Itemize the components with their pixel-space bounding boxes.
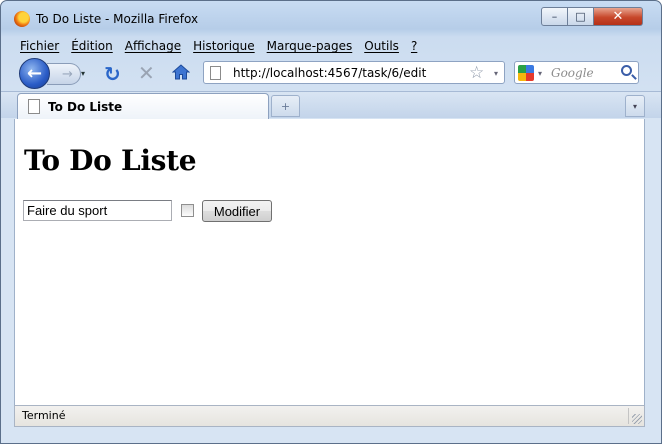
tab-label: To Do Liste bbox=[48, 100, 123, 114]
browser-window: To Do Liste - Mozilla Firefox – □ ✕ Fich… bbox=[0, 0, 662, 444]
new-tab-button[interactable]: + bbox=[271, 95, 300, 117]
search-engine-dropdown-icon[interactable]: ▾ bbox=[538, 69, 542, 78]
modify-button[interactable]: Modifier bbox=[202, 200, 272, 222]
menu-edition[interactable]: Édition bbox=[71, 38, 113, 56]
search-bar[interactable]: ▾ Google bbox=[514, 61, 639, 84]
status-bar: Terminé bbox=[14, 405, 645, 427]
page-content: To Do Liste Modifier bbox=[14, 119, 645, 405]
tab-strip: To Do Liste + ▾ bbox=[1, 91, 661, 119]
minimize-button[interactable]: – bbox=[541, 7, 568, 26]
google-icon[interactable] bbox=[518, 65, 534, 81]
back-button[interactable]: ← bbox=[19, 58, 50, 89]
star-icon[interactable]: ☆ bbox=[469, 63, 484, 83]
window-title: To Do Liste - Mozilla Firefox bbox=[36, 12, 199, 26]
home-icon[interactable] bbox=[172, 64, 190, 80]
menu-historique[interactable]: Historique bbox=[193, 38, 255, 56]
close-button[interactable]: ✕ bbox=[594, 7, 643, 26]
menu-bar: Fichier Édition Affichage Historique Mar… bbox=[14, 38, 429, 56]
navigation-toolbar: → ← ▾ ↻ ✕ http://localhost:4567/task/6/e… bbox=[1, 57, 661, 89]
url-bar[interactable]: http://localhost:4567/task/6/edit ☆ ▾ bbox=[203, 61, 505, 84]
firefox-icon bbox=[14, 11, 30, 27]
page-icon bbox=[28, 99, 40, 114]
back-arrow-icon: ← bbox=[26, 63, 43, 84]
search-placeholder: Google bbox=[551, 66, 594, 80]
all-tabs-button[interactable]: ▾ bbox=[625, 95, 645, 117]
title-bar: To Do Liste - Mozilla Firefox – □ ✕ bbox=[1, 1, 661, 35]
magnifier-icon[interactable] bbox=[621, 65, 632, 76]
status-text: Terminé bbox=[22, 409, 66, 422]
history-dropdown-icon[interactable]: ▾ bbox=[81, 69, 85, 78]
task-input[interactable] bbox=[23, 200, 172, 221]
forward-button[interactable]: → bbox=[47, 63, 81, 85]
status-divider bbox=[628, 408, 629, 424]
menu-help[interactable]: ? bbox=[411, 38, 417, 56]
resize-grip-icon[interactable] bbox=[632, 414, 642, 424]
url-text: http://localhost:4567/task/6/edit bbox=[233, 66, 427, 80]
menu-affichage[interactable]: Affichage bbox=[125, 38, 181, 56]
reload-icon[interactable]: ↻ bbox=[104, 62, 121, 86]
tab-to-do-liste[interactable]: To Do Liste bbox=[17, 93, 269, 119]
maximize-button[interactable]: □ bbox=[568, 7, 594, 26]
menu-fichier[interactable]: Fichier bbox=[20, 38, 59, 56]
menu-outils[interactable]: Outils bbox=[364, 38, 399, 56]
done-checkbox[interactable] bbox=[181, 204, 194, 217]
stop-icon[interactable]: ✕ bbox=[138, 61, 155, 85]
url-dropdown-icon[interactable]: ▾ bbox=[494, 69, 498, 78]
page-title: To Do Liste bbox=[24, 144, 197, 177]
page-icon bbox=[210, 66, 221, 80]
forward-arrow-icon: → bbox=[62, 66, 73, 82]
menu-marque-pages[interactable]: Marque-pages bbox=[267, 38, 353, 56]
